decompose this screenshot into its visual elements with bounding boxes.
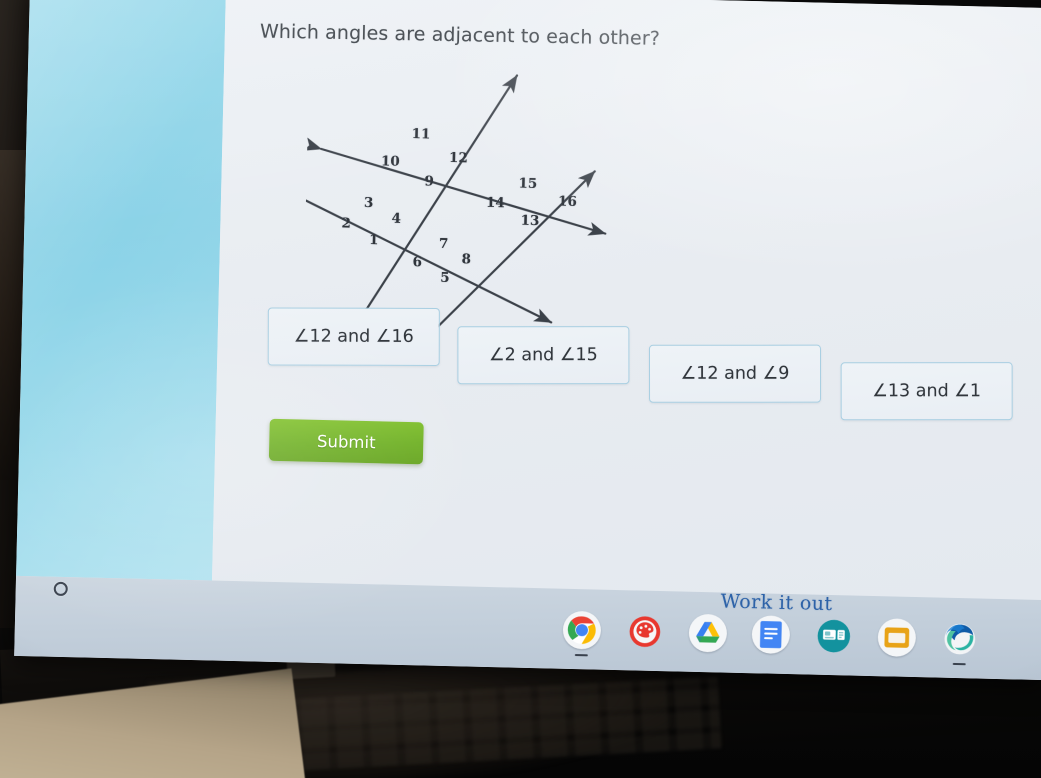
taskbar-app-list bbox=[562, 610, 979, 666]
notes-icon[interactable] bbox=[877, 618, 917, 658]
angle-label-4: 4 bbox=[391, 210, 402, 227]
sidebar-panel bbox=[16, 0, 226, 581]
answer-option-1[interactable]: ∠12 and ∠16 bbox=[267, 307, 440, 366]
answer-option-3[interactable]: ∠12 and ∠9 bbox=[648, 344, 822, 403]
angle-label-7: 7 bbox=[438, 235, 449, 252]
launcher-circle-icon[interactable] bbox=[53, 581, 68, 597]
angle-label-11: 11 bbox=[411, 126, 431, 143]
chrome-icon[interactable] bbox=[562, 610, 602, 657]
laptop-screen: Which angles are adjacent to each other? bbox=[14, 0, 1041, 681]
angle-label-13: 13 bbox=[520, 212, 540, 230]
main-content: Which angles are adjacent to each other? bbox=[211, 0, 1041, 601]
google-docs-icon[interactable] bbox=[751, 615, 791, 655]
angle-label-10: 10 bbox=[380, 153, 400, 170]
submit-button[interactable]: Submit bbox=[268, 418, 424, 465]
slides-icon[interactable] bbox=[814, 617, 853, 656]
angle-label-3: 3 bbox=[363, 194, 374, 212]
angle-label-8: 8 bbox=[461, 251, 472, 268]
photograph-of-laptop-screen: Which angles are adjacent to each other? bbox=[0, 0, 1041, 778]
sidebar-glare bbox=[16, 0, 226, 581]
angle-label-16: 16 bbox=[557, 193, 578, 210]
answer-option-4[interactable]: ∠13 and ∠1 bbox=[840, 362, 1013, 421]
angle-label-2: 2 bbox=[341, 215, 352, 232]
active-indicator bbox=[574, 653, 588, 657]
angle-label-1: 1 bbox=[368, 232, 379, 249]
answer-option-2[interactable]: ∠2 and ∠15 bbox=[457, 326, 630, 385]
angle-label-14: 14 bbox=[485, 194, 505, 212]
question-text: Which angles are adjacent to each other? bbox=[259, 20, 661, 50]
work-it-out-caption: Work it out bbox=[720, 590, 833, 616]
palette-icon[interactable] bbox=[625, 612, 664, 651]
angle-label-9: 9 bbox=[424, 173, 435, 190]
angle-label-5: 5 bbox=[440, 269, 450, 286]
angle-label-6: 6 bbox=[412, 254, 423, 271]
edge-icon[interactable] bbox=[940, 620, 979, 666]
google-drive-icon[interactable] bbox=[688, 613, 728, 653]
angle-label-12: 12 bbox=[448, 149, 468, 167]
active-indicator bbox=[952, 662, 966, 666]
angle-label-15: 15 bbox=[518, 175, 538, 193]
